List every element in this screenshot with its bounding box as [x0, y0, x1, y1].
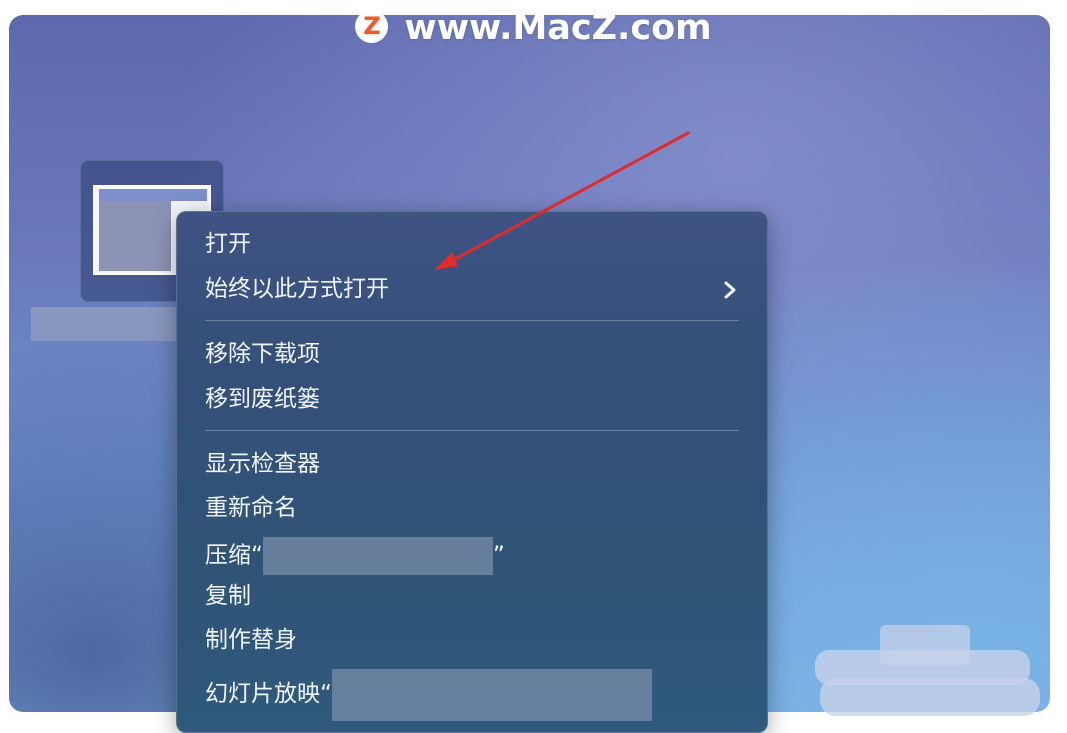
annotation-arrow [434, 131, 690, 270]
redacted-region [815, 625, 1040, 716]
